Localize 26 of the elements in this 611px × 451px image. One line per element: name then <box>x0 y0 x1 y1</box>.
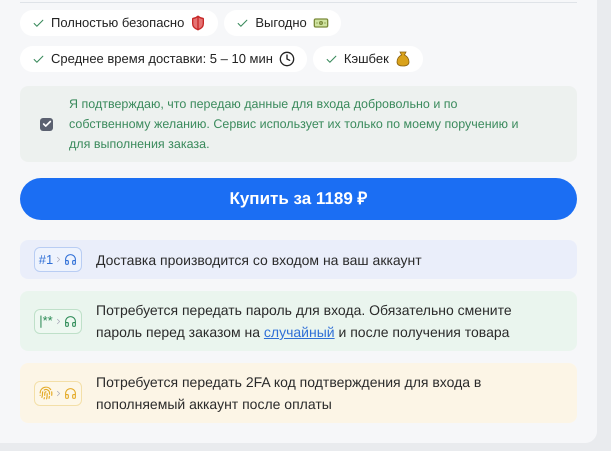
feature-chip: Среднее время доставки: 5 – 10 мин <box>20 46 307 72</box>
feature-chip: Кэшбек <box>312 46 423 72</box>
buy-button[interactable]: Купить за 1189 ₽ <box>20 178 577 220</box>
step-badge: |** <box>34 308 82 334</box>
shield-icon <box>190 15 206 31</box>
feature-chip: Полностью безопасно <box>20 10 218 36</box>
chevron-icon <box>54 388 63 398</box>
consent-text: Я подтверждаю, что передаю данные для входа добровольно и по собственному желанию. Сервис использует их только по моему поручению и для выполнения заказа. <box>69 96 520 153</box>
check-icon <box>42 119 52 129</box>
feature-chip: Выгодно <box>224 10 341 36</box>
check-icon <box>236 16 250 30</box>
fingerprint-icon <box>39 386 53 400</box>
note-text: Доставка производится со входом на ваш аккаунт <box>96 250 422 270</box>
check-icon <box>32 16 45 30</box>
money-bag-icon <box>394 51 411 67</box>
headphones-icon <box>64 314 77 328</box>
consent-checkbox[interactable] <box>40 118 53 130</box>
note-text: Потребуется передать 2FA код подтверждения для входа в пополняемый аккаунт после оплаты <box>96 373 482 414</box>
check-icon <box>324 52 338 66</box>
headphones-icon <box>64 386 77 400</box>
headphones-icon <box>64 253 78 266</box>
step-badge: #1 <box>34 247 82 272</box>
clock-icon <box>278 51 295 67</box>
random-link[interactable]: случайный <box>264 324 335 340</box>
note-text: Потребуется передать пароль для входа. Обязательно смените пароль перед заказом на случайный и после получения товара <box>96 301 513 342</box>
check-icon <box>32 52 45 66</box>
